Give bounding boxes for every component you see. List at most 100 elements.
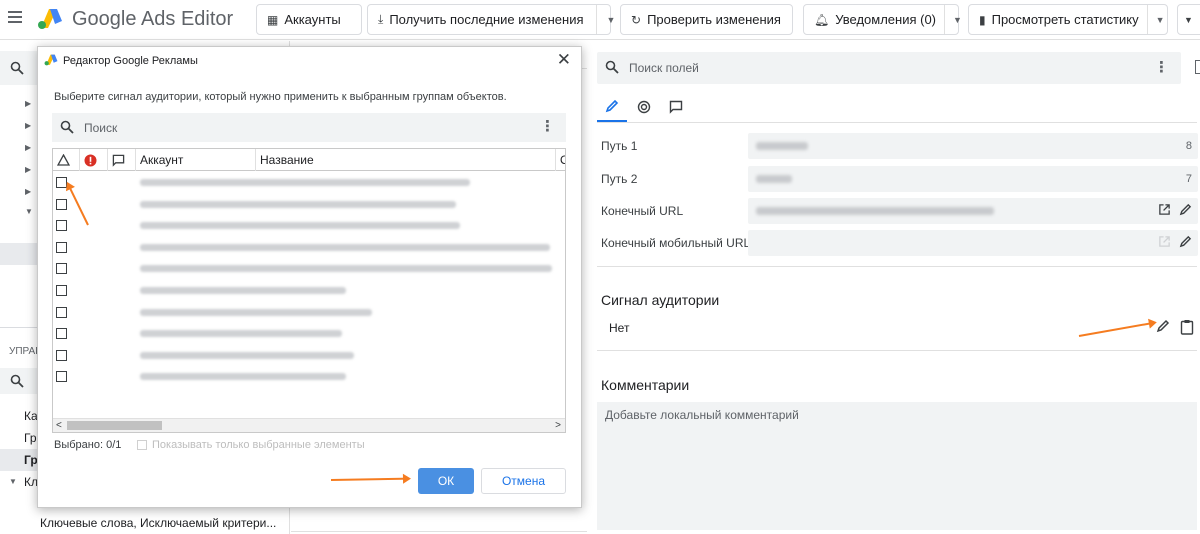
row-checkbox[interactable] bbox=[56, 198, 67, 210]
tree-collapse-icon[interactable]: ▼ bbox=[9, 477, 17, 486]
comment-icon bbox=[112, 154, 125, 167]
comment-textarea[interactable]: Добавьте локальный комментарий bbox=[597, 402, 1197, 530]
table-row[interactable] bbox=[53, 280, 565, 302]
tab-comments[interactable] bbox=[661, 92, 691, 122]
table-row[interactable] bbox=[53, 172, 565, 194]
chevron-down-icon[interactable]: ▼ bbox=[1146, 5, 1165, 34]
ok-button[interactable]: ОК bbox=[418, 468, 474, 494]
manage-item[interactable]: Гр bbox=[24, 431, 37, 445]
cancel-button[interactable]: Отмена bbox=[481, 468, 566, 494]
manage-item[interactable]: Кл bbox=[24, 475, 38, 489]
table-row[interactable] bbox=[53, 194, 565, 216]
check-changes-button[interactable]: ↻ Проверить изменения bbox=[620, 4, 793, 35]
extra-column-header[interactable]: О bbox=[556, 149, 565, 171]
account-column-header[interactable]: Аккаунт bbox=[136, 149, 256, 171]
blurred-value bbox=[756, 207, 994, 215]
menu-icon[interactable] bbox=[8, 11, 22, 25]
tree-selected-row[interactable] bbox=[0, 243, 40, 265]
blurred-value bbox=[756, 142, 808, 150]
grid-icon: ▦ bbox=[267, 12, 279, 27]
tree-search[interactable] bbox=[0, 51, 40, 85]
tree-expand-icon[interactable]: ▶ bbox=[25, 187, 31, 196]
chevron-down-icon[interactable]: ▼ bbox=[944, 5, 962, 34]
final-mobile-url-field[interactable] bbox=[748, 230, 1198, 256]
blurred-row-text bbox=[140, 373, 346, 381]
pencil-icon[interactable] bbox=[1156, 319, 1170, 333]
row-checkbox[interactable] bbox=[56, 241, 67, 253]
row-checkbox[interactable] bbox=[56, 285, 67, 296]
path1-field[interactable]: 8 bbox=[748, 133, 1198, 159]
char-count: 8 bbox=[1185, 140, 1192, 152]
chevron-down-icon[interactable]: ▼ bbox=[595, 5, 615, 34]
view-stats-button[interactable]: ▮ Просмотреть статистику ▼ bbox=[968, 4, 1168, 35]
blurred-row-text bbox=[140, 243, 550, 251]
chevron-left-icon[interactable]: < bbox=[56, 420, 62, 431]
row-checkbox[interactable] bbox=[56, 371, 67, 383]
tree-collapse-icon[interactable]: ▼ bbox=[25, 207, 33, 216]
more-vert-icon[interactable]: ⋮ bbox=[540, 117, 555, 135]
table-row[interactable] bbox=[53, 366, 565, 388]
pencil-icon[interactable] bbox=[1179, 235, 1192, 248]
audience-signal-heading: Сигнал аудитории bbox=[601, 292, 720, 308]
row-checkbox[interactable] bbox=[56, 349, 67, 361]
path2-field[interactable]: 7 bbox=[748, 166, 1198, 192]
close-icon[interactable]: ✕ bbox=[557, 50, 571, 70]
horizontal-scrollbar[interactable]: < > bbox=[53, 418, 565, 432]
manage-search[interactable] bbox=[0, 368, 40, 394]
audience-signal-value: Нет bbox=[609, 321, 630, 335]
comment-icon bbox=[669, 100, 683, 114]
warning-column-header[interactable] bbox=[53, 149, 80, 171]
show-only-selected-checkbox: Показывать только выбранные элементы bbox=[137, 439, 365, 451]
table-row[interactable] bbox=[53, 323, 565, 345]
search-icon bbox=[60, 120, 74, 134]
tab-targeting[interactable] bbox=[629, 92, 659, 122]
bar-chart-icon: ▮ bbox=[979, 12, 986, 27]
clipboard-icon[interactable] bbox=[1180, 319, 1194, 335]
dialog-search-input[interactable]: Поиск ⋮ bbox=[52, 113, 566, 142]
table-row[interactable] bbox=[53, 345, 565, 367]
tree-expand-icon[interactable]: ▶ bbox=[25, 143, 31, 152]
field-search[interactable]: Поиск полей ⋮ bbox=[597, 52, 1181, 84]
more-button[interactable]: ▼ bbox=[1177, 4, 1200, 35]
table-row[interactable] bbox=[53, 237, 565, 259]
audience-table: Аккаунт Название О < > bbox=[52, 148, 566, 433]
annotation-arrow bbox=[1078, 321, 1156, 337]
blurred-row-text bbox=[140, 308, 372, 316]
chevron-right-icon[interactable]: > bbox=[555, 420, 561, 431]
comment-column-header[interactable] bbox=[108, 149, 136, 171]
comment-placeholder: Добавьте локальный комментарий bbox=[605, 408, 799, 422]
manage-item[interactable]: Ка bbox=[24, 409, 38, 423]
table-row[interactable] bbox=[53, 258, 565, 280]
scrollbar-thumb[interactable] bbox=[67, 421, 162, 430]
target-icon bbox=[637, 100, 651, 114]
blurred-row-text bbox=[140, 265, 552, 273]
get-changes-button[interactable]: ⤓ Получить последние изменения ▼ bbox=[367, 4, 615, 35]
notifications-button[interactable]: 🔔︎ Уведомления (0) ▼ bbox=[803, 4, 962, 35]
more-vert-icon[interactable]: ⋮ bbox=[1154, 58, 1169, 76]
dialog-search-placeholder: Поиск bbox=[84, 121, 118, 135]
error-column-header[interactable] bbox=[80, 149, 108, 171]
blurred-row-text bbox=[140, 200, 456, 208]
tree-expand-icon[interactable]: ▶ bbox=[25, 165, 31, 174]
row-checkbox[interactable] bbox=[56, 263, 67, 275]
tree-expand-icon[interactable]: ▶ bbox=[25, 99, 31, 108]
tree-expand-icon[interactable]: ▶ bbox=[25, 121, 31, 130]
manage-item-selected[interactable]: Гр bbox=[24, 453, 38, 467]
google-ads-logo-icon bbox=[38, 9, 62, 29]
char-count: 7 bbox=[1185, 173, 1192, 185]
pencil-icon[interactable] bbox=[1179, 203, 1192, 216]
panel-toggle-icon[interactable] bbox=[1195, 60, 1200, 74]
error-icon bbox=[84, 154, 97, 166]
table-row[interactable] bbox=[53, 302, 565, 324]
tab-edit[interactable] bbox=[597, 92, 627, 122]
name-column-header[interactable]: Название bbox=[256, 149, 556, 171]
table-row[interactable] bbox=[53, 215, 565, 237]
row-checkbox[interactable] bbox=[56, 328, 67, 340]
row-checkbox[interactable] bbox=[56, 220, 67, 232]
row-checkbox[interactable] bbox=[56, 306, 67, 318]
open-external-icon[interactable] bbox=[1158, 203, 1171, 216]
blurred-row-text bbox=[140, 179, 470, 186]
manage-subitem-keywords[interactable]: Ключевые слова, Исключаемый критери... bbox=[40, 516, 276, 530]
accounts-button[interactable]: ▦ Аккаунты bbox=[256, 4, 362, 35]
final-url-field[interactable] bbox=[748, 198, 1198, 224]
